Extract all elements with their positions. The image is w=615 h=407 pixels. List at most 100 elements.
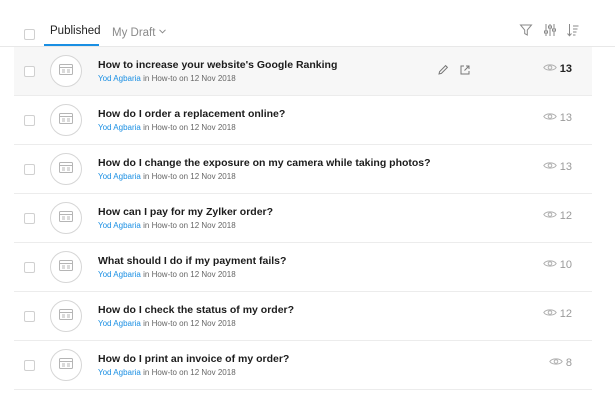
tabs-bar: Published My Draft — [0, 0, 615, 47]
meta-on-label: on — [179, 123, 189, 132]
view-count-value: 13 — [559, 161, 572, 173]
meta-in-label: in — [143, 319, 150, 328]
article-author[interactable]: Yod Agbaria — [98, 74, 141, 83]
article-category: How-to — [151, 123, 177, 132]
row-checkbox[interactable] — [24, 262, 35, 273]
meta-on-label: on — [179, 270, 189, 279]
article-icon — [59, 209, 73, 227]
view-count-value: 13 — [559, 63, 572, 75]
article-title[interactable]: How to increase your website's Google Ra… — [98, 59, 337, 71]
article-date: 12 Nov 2018 — [190, 221, 236, 230]
article-title[interactable]: What should I do if my payment fails? — [98, 255, 286, 267]
article-title[interactable]: How do I check the status of my order? — [98, 304, 294, 316]
article-thumbnail — [50, 202, 82, 234]
view-count: 12 — [542, 210, 572, 222]
article-author[interactable]: Yod Agbaria — [98, 123, 141, 132]
article-icon — [59, 258, 73, 276]
article-thumbnail — [50, 300, 82, 332]
view-count: 12 — [542, 308, 572, 320]
article-icon — [59, 356, 73, 374]
row-actions — [437, 63, 471, 75]
meta-on-label: on — [179, 74, 189, 83]
row-checkbox[interactable] — [24, 115, 35, 126]
article-category: How-to — [151, 74, 177, 83]
eye-icon — [549, 357, 563, 369]
meta-in-label: in — [143, 368, 150, 377]
article-meta: Yod Agbaria in How-to on 12 Nov 2018 — [98, 368, 236, 377]
view-count: 13 — [542, 112, 572, 124]
article-category: How-to — [151, 172, 177, 181]
view-count-value: 12 — [559, 210, 572, 222]
row-checkbox[interactable] — [24, 213, 35, 224]
article-meta: Yod Agbaria in How-to on 12 Nov 2018 — [98, 221, 236, 230]
sort-icon[interactable] — [566, 23, 580, 37]
view-count: 13 — [542, 63, 572, 75]
article-author[interactable]: Yod Agbaria — [98, 270, 141, 279]
article-category: How-to — [151, 368, 177, 377]
eye-icon — [542, 210, 557, 222]
article-title[interactable]: How do I change the exposure on my camer… — [98, 157, 431, 169]
sliders-icon[interactable] — [543, 23, 557, 37]
article-row[interactable]: What should I do if my payment fails? Yo… — [14, 243, 592, 292]
view-count-value: 12 — [559, 308, 572, 320]
article-title[interactable]: How can I pay for my Zylker order? — [98, 206, 273, 218]
article-meta: Yod Agbaria in How-to on 12 Nov 2018 — [98, 270, 236, 279]
meta-in-label: in — [143, 221, 150, 230]
meta-on-label: on — [179, 221, 189, 230]
article-author[interactable]: Yod Agbaria — [98, 221, 141, 230]
article-meta: Yod Agbaria in How-to on 12 Nov 2018 — [98, 172, 236, 181]
article-date: 12 Nov 2018 — [190, 172, 236, 181]
article-thumbnail — [50, 251, 82, 283]
eye-icon — [542, 112, 557, 124]
article-author[interactable]: Yod Agbaria — [98, 319, 141, 328]
article-date: 12 Nov 2018 — [190, 270, 236, 279]
article-thumbnail — [50, 104, 82, 136]
chevron-down-icon — [159, 25, 167, 37]
article-author[interactable]: Yod Agbaria — [98, 368, 141, 377]
meta-on-label: on — [179, 319, 189, 328]
meta-in-label: in — [143, 270, 150, 279]
article-title[interactable]: How do I print an invoice of my order? — [98, 353, 289, 365]
meta-in-label: in — [143, 172, 150, 181]
article-row[interactable]: How to increase your website's Google Ra… — [14, 47, 592, 96]
eye-icon — [542, 308, 557, 320]
article-row[interactable]: How can I pay for my Zylker order? Yod A… — [14, 194, 592, 243]
edit-pencil-icon[interactable] — [437, 63, 449, 75]
view-count-value: 8 — [565, 357, 572, 369]
article-thumbnail — [50, 55, 82, 87]
article-date: 12 Nov 2018 — [190, 123, 236, 132]
article-author[interactable]: Yod Agbaria — [98, 172, 141, 181]
article-icon — [59, 160, 73, 178]
article-meta: Yod Agbaria in How-to on 12 Nov 2018 — [98, 74, 236, 83]
article-row[interactable]: How do I check the status of my order? Y… — [14, 292, 592, 341]
article-row[interactable]: How do I print an invoice of my order? Y… — [14, 341, 592, 390]
tab-published[interactable]: Published — [50, 25, 101, 37]
article-date: 12 Nov 2018 — [190, 368, 236, 377]
tab-my-draft-label: My Draft — [112, 27, 156, 39]
article-icon — [59, 307, 73, 325]
view-count: 8 — [549, 357, 572, 369]
article-thumbnail — [50, 153, 82, 185]
view-count-value: 10 — [559, 259, 572, 271]
article-category: How-to — [151, 270, 177, 279]
filter-icon[interactable] — [519, 23, 533, 37]
eye-icon — [542, 161, 557, 173]
row-checkbox[interactable] — [24, 164, 35, 175]
row-checkbox[interactable] — [24, 311, 35, 322]
article-icon — [59, 62, 73, 80]
article-row[interactable]: How do I change the exposure on my camer… — [14, 145, 592, 194]
tab-my-draft[interactable]: My Draft — [112, 25, 167, 39]
eye-icon — [542, 259, 557, 271]
article-date: 12 Nov 2018 — [190, 319, 236, 328]
row-checkbox[interactable] — [24, 360, 35, 371]
active-tab-indicator — [44, 44, 99, 46]
article-title[interactable]: How do I order a replacement online? — [98, 108, 285, 120]
article-icon — [59, 111, 73, 129]
row-checkbox[interactable] — [24, 66, 35, 77]
article-row[interactable]: How do I order a replacement online? Yod… — [14, 96, 592, 145]
open-external-icon[interactable] — [459, 63, 471, 75]
meta-in-label: in — [143, 123, 150, 132]
select-all-checkbox[interactable] — [24, 29, 35, 40]
eye-icon — [542, 63, 557, 75]
meta-on-label: on — [179, 368, 189, 377]
